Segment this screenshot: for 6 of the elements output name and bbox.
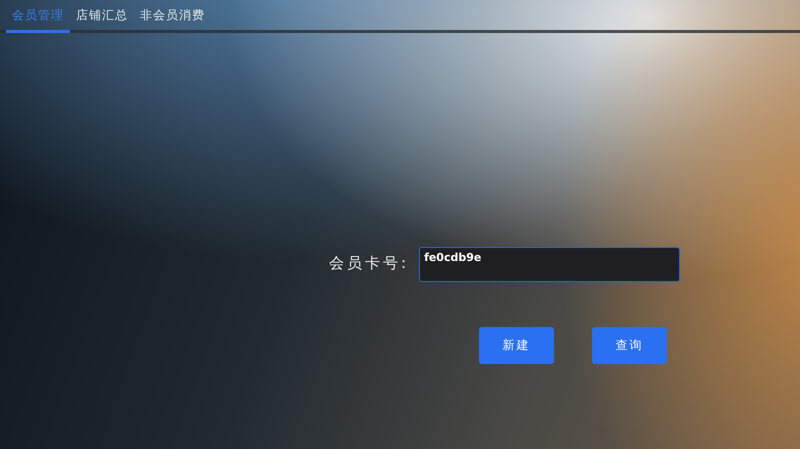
action-button[interactable]: 查询 — [592, 327, 667, 364]
action-button[interactable]: 新建 — [479, 327, 554, 364]
tab[interactable]: 店铺汇总 — [70, 0, 134, 33]
card-number-field[interactable]: fe0cdb9e — [419, 247, 680, 282]
tab[interactable]: 非会员消费 — [134, 0, 211, 33]
card-number-label: 会员卡号: — [329, 253, 410, 273]
